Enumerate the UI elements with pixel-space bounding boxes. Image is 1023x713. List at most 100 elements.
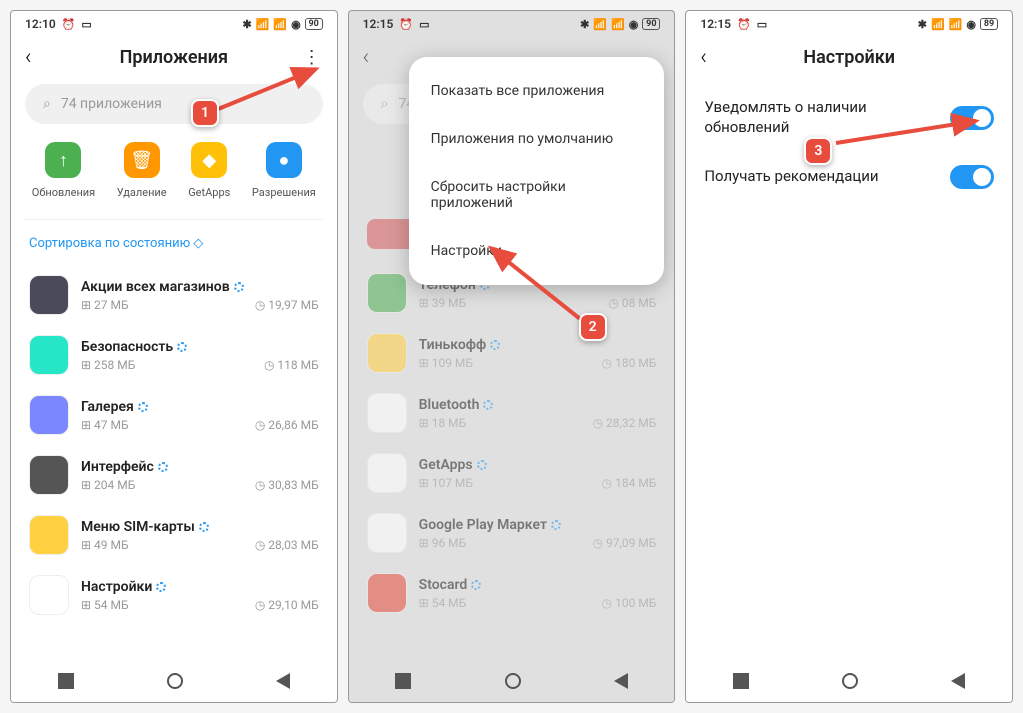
phone-screen-3: 12:15 ⏰ ▭ ✱ 📶 📶 ◉ 89 ‹ Настройки Уведомл… (685, 10, 1013, 703)
alarm-icon: ⏰ (62, 18, 76, 31)
battery-indicator: 90 (305, 18, 323, 30)
app-ram: ⊞ 27 МБ (81, 298, 129, 312)
app-ram: ⊞ 18 МБ (419, 416, 467, 430)
sort-selector[interactable]: Сортировка по состоянию ◇ (11, 230, 337, 265)
signal-icon: 📶 (256, 18, 270, 31)
quick-permissions[interactable]: ●Разрешения (252, 142, 316, 199)
menu-default-apps[interactable]: Приложения по умолчанию (409, 115, 665, 163)
app-row[interactable]: Настройки ⊞ 54 МБ◷ 29,10 МБ (25, 565, 323, 625)
loading-icon (234, 282, 244, 292)
app-ram: ⊞ 54 МБ (419, 596, 467, 610)
nav-home[interactable] (505, 673, 521, 689)
app-ram: ⊞ 47 МБ (81, 418, 129, 432)
app-row[interactable]: Галерея ⊞ 47 МБ◷ 26,86 МБ (25, 385, 323, 445)
signal-icon: 📶 (273, 18, 287, 31)
app-row[interactable]: Stocard ⊞ 54 МБ◷ 100 МБ (363, 563, 661, 623)
quick-uninstall[interactable]: 🗑Удаление (117, 142, 167, 199)
page-title: Приложения (25, 47, 323, 68)
loading-icon (156, 582, 166, 592)
nav-back[interactable] (614, 673, 628, 689)
app-ram: ⊞ 258 МБ (81, 358, 135, 372)
app-storage: ◷ 184 МБ (602, 476, 657, 490)
bluetooth-icon: ✱ (918, 18, 927, 31)
app-icon (367, 333, 407, 373)
setting-label: Уведомлять о наличии обновлений (704, 98, 904, 137)
quick-actions-row: ↑Обновления 🗑Удаление ◆GetApps ●Разрешен… (11, 142, 337, 219)
menu-show-all-apps[interactable]: Показать все приложения (409, 67, 665, 115)
setting-recommendations[interactable]: Получать рекомендации (686, 151, 1012, 203)
nav-recents[interactable] (395, 673, 411, 689)
app-name: Галерея (81, 399, 319, 415)
permissions-icon: ● (266, 142, 302, 178)
app-ram: ⊞ 109 МБ (419, 356, 473, 370)
toggle-switch[interactable] (950, 165, 994, 189)
signal-icon: 📶 (611, 18, 625, 31)
app-storage: ◷ 97,09 МБ (593, 536, 657, 550)
bluetooth-icon: ✱ (242, 18, 251, 31)
app-row[interactable]: Bluetooth ⊞ 18 МБ◷ 28,32 МБ (363, 383, 661, 443)
app-row[interactable]: Акции всех магазинов ⊞ 27 МБ◷ 19,97 МБ (25, 265, 323, 325)
search-icon: ⌕ (381, 96, 389, 112)
app-icon (367, 513, 407, 553)
loading-icon (177, 342, 187, 352)
loading-icon (158, 462, 168, 472)
annotation-badge-3: 3 (804, 137, 832, 165)
cast-icon: ▭ (419, 18, 429, 31)
loading-icon (477, 460, 487, 470)
app-storage: ◷ 118 МБ (264, 358, 319, 372)
app-row[interactable]: Google Play Маркет ⊞ 96 МБ◷ 97,09 МБ (363, 503, 661, 563)
cast-icon: ▭ (757, 18, 767, 31)
nav-home[interactable] (842, 673, 858, 689)
nav-recents[interactable] (733, 673, 749, 689)
app-icon (367, 393, 407, 433)
nav-back[interactable] (276, 673, 290, 689)
nav-home[interactable] (167, 673, 183, 689)
search-input[interactable]: ⌕ 74 приложения (25, 84, 323, 124)
navigation-bar (686, 660, 1012, 702)
wifi-icon: ◉ (291, 18, 301, 31)
nav-back[interactable] (951, 673, 965, 689)
app-icon (29, 455, 69, 495)
app-storage: ◷ 29,10 МБ (255, 598, 319, 612)
setting-notify-updates[interactable]: Уведомлять о наличии обновлений (686, 84, 1012, 151)
menu-settings[interactable]: Настройки (409, 227, 665, 275)
app-icon (367, 273, 407, 313)
divider (25, 219, 323, 220)
status-bar: 12:15 ⏰ ▭ ✱ 📶 📶 ◉ 90 (349, 11, 675, 37)
app-ram: ⊞ 54 МБ (81, 598, 129, 612)
more-menu-button[interactable]: ⋮ (303, 47, 321, 68)
wifi-icon: ◉ (629, 18, 639, 31)
app-storage: ◷ 28,03 МБ (255, 538, 319, 552)
app-storage: ◷ 19,97 МБ (255, 298, 319, 312)
app-row[interactable]: GetApps ⊞ 107 МБ◷ 184 МБ (363, 443, 661, 503)
app-icon (29, 575, 69, 615)
nav-recents[interactable] (58, 673, 74, 689)
search-icon: ⌕ (43, 96, 51, 112)
phone-screen-2: 12:15 ⏰ ▭ ✱ 📶 📶 ◉ 90 ‹ ⌕ 74 пр ↑Обновле (348, 10, 676, 703)
signal-icon: 📶 (949, 18, 963, 31)
app-row[interactable]: Безопасность ⊞ 258 МБ◷ 118 МБ (25, 325, 323, 385)
signal-icon: 📶 (931, 18, 945, 31)
app-ram: ⊞ 49 МБ (81, 538, 129, 552)
app-row[interactable]: Меню SIM-карты ⊞ 49 МБ◷ 28,03 МБ (25, 505, 323, 565)
app-name: Интерфейс (81, 459, 319, 475)
status-bar: 12:10 ⏰ ▭ ✱ 📶 📶 ◉ 90 (11, 11, 337, 37)
toggle-switch[interactable] (950, 106, 994, 130)
back-button[interactable]: ‹ (363, 45, 387, 70)
loading-icon (199, 522, 209, 532)
app-icon (367, 573, 407, 613)
trash-icon: 🗑 (124, 142, 160, 178)
loading-icon (551, 520, 561, 530)
app-row[interactable]: Тинькофф ⊞ 109 МБ◷ 180 МБ (363, 323, 661, 383)
app-row[interactable]: Интерфейс ⊞ 204 МБ◷ 30,83 МБ (25, 445, 323, 505)
status-time: 12:15 (700, 17, 731, 31)
app-ram: ⊞ 204 МБ (81, 478, 135, 492)
quick-getapps[interactable]: ◆GetApps (188, 142, 230, 199)
app-name: Stocard (419, 577, 657, 593)
app-list: Телефон ⊞ 39 МБ◷ 08 МБТинькофф ⊞ 109 МБ◷… (349, 263, 675, 623)
quick-updates[interactable]: ↑Обновления (32, 142, 95, 199)
header: ‹ Приложения ⋮ (11, 37, 337, 84)
menu-reset-app-settings[interactable]: Сбросить настройки приложений (409, 163, 665, 227)
loading-icon (471, 580, 481, 590)
bluetooth-icon: ✱ (580, 18, 589, 31)
